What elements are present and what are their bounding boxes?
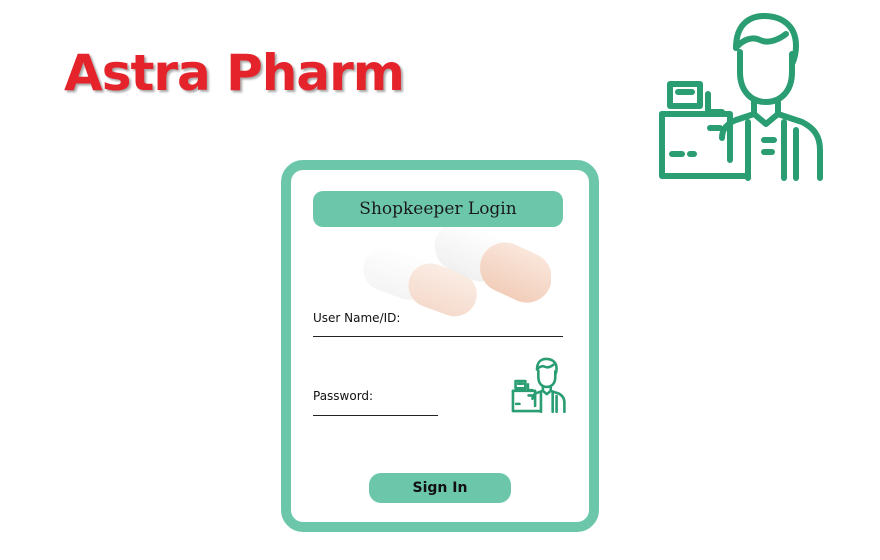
sign-in-button[interactable]: Sign In xyxy=(369,473,511,503)
password-field[interactable] xyxy=(313,397,438,416)
shopkeeper-icon xyxy=(659,13,823,181)
shopkeeper-small-icon xyxy=(511,357,566,413)
brand-logo-text: Astra Pharm xyxy=(64,44,405,102)
username-field[interactable] xyxy=(313,318,563,337)
login-card: Shopkeeper Login User Name/ID: Password:… xyxy=(281,160,599,532)
login-title: Shopkeeper Login xyxy=(313,191,563,227)
login-page: Astra Pharm Shopkeeper Login User Name/I… xyxy=(0,0,880,560)
